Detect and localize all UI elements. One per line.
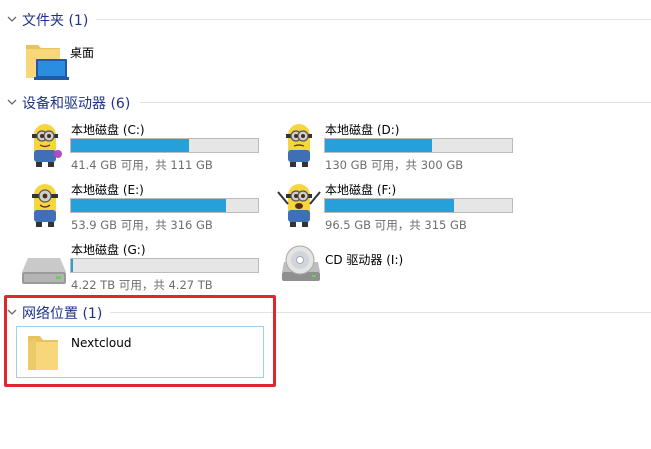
drive-name: 本地磁盘 (C:) <box>71 123 145 137</box>
red-annotation-box <box>4 295 276 387</box>
folder-name: 桌面 <box>70 46 95 60</box>
drive-capacity: 96.5 GB 可用，共 315 GB <box>325 218 467 232</box>
usage-bar <box>70 198 259 213</box>
drive-item-i[interactable]: CD 驱动器 (I:) <box>274 238 524 294</box>
group-title-drives: 设备和驱动器 (6) <box>22 96 131 112</box>
drive-item-e[interactable]: 本地磁盘 (E:) 53.9 GB 可用，共 316 GB <box>20 178 270 234</box>
drive-name: 本地磁盘 (D:) <box>325 123 400 137</box>
cd-drive-icon <box>282 245 320 281</box>
minion-drive-icon <box>32 124 62 167</box>
drive-capacity: 130 GB 可用，共 300 GB <box>325 158 464 172</box>
usage-bar <box>70 258 259 273</box>
usage-bar-fill <box>325 139 432 152</box>
usage-bar-fill <box>325 199 455 212</box>
group-divider <box>96 19 651 20</box>
drive-name: 本地磁盘 (E:) <box>71 183 144 197</box>
drive-item-g[interactable]: 本地磁盘 (G:) 4.22 TB 可用，共 4.27 TB <box>20 238 270 294</box>
group-header-drives[interactable]: 设备和驱动器 (6) <box>0 92 651 112</box>
drive-item-f[interactable]: 本地磁盘 (F:) 96.5 GB 可用，共 315 GB <box>274 178 524 234</box>
minion-drive-icon <box>32 184 58 227</box>
drive-name: CD 驱动器 (I:) <box>325 253 404 267</box>
minion-drive-icon <box>277 184 321 227</box>
chevron-down-icon[interactable] <box>6 13 18 25</box>
usage-bar-fill <box>71 259 73 272</box>
chevron-down-icon[interactable] <box>6 96 18 108</box>
drive-name: 本地磁盘 (G:) <box>71 243 146 257</box>
group-divider <box>140 102 651 103</box>
drive-capacity: 53.9 GB 可用，共 316 GB <box>71 218 213 232</box>
drive-capacity: 41.4 GB 可用，共 111 GB <box>71 158 213 172</box>
usage-bar <box>324 198 513 213</box>
usage-bar <box>324 138 513 153</box>
group-header-folders[interactable]: 文件夹 (1) <box>0 9 651 29</box>
group-title-folders: 文件夹 (1) <box>22 13 89 29</box>
usage-bar-fill <box>71 139 189 152</box>
drive-name: 本地磁盘 (F:) <box>325 183 397 197</box>
minion-drive-icon <box>286 124 312 167</box>
drive-item-d[interactable]: 本地磁盘 (D:) 130 GB 可用，共 300 GB <box>274 118 524 174</box>
drive-item-c[interactable]: 本地磁盘 (C:) 41.4 GB 可用，共 111 GB <box>20 118 270 174</box>
usage-bar-fill <box>71 199 227 212</box>
desktop-folder-icon <box>26 45 69 80</box>
drive-capacity: 4.22 TB 可用，共 4.27 TB <box>71 278 213 292</box>
usage-bar <box>70 138 259 153</box>
hard-disk-icon <box>22 258 66 284</box>
folder-item-desktop[interactable]: 桌面 <box>20 36 270 84</box>
